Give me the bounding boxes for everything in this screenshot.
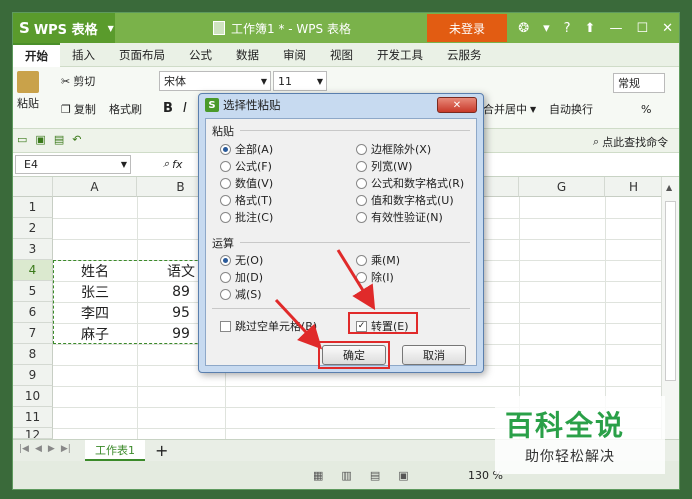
watermark-title: 百科全说 — [505, 409, 626, 442]
watermark-subtitle: 助你轻松解决 — [525, 449, 615, 465]
arrow-to-transpose — [336, 249, 376, 311]
arrow-to-ok — [274, 298, 323, 350]
watermark: 百科全说 助你轻松解决 — [495, 396, 665, 474]
